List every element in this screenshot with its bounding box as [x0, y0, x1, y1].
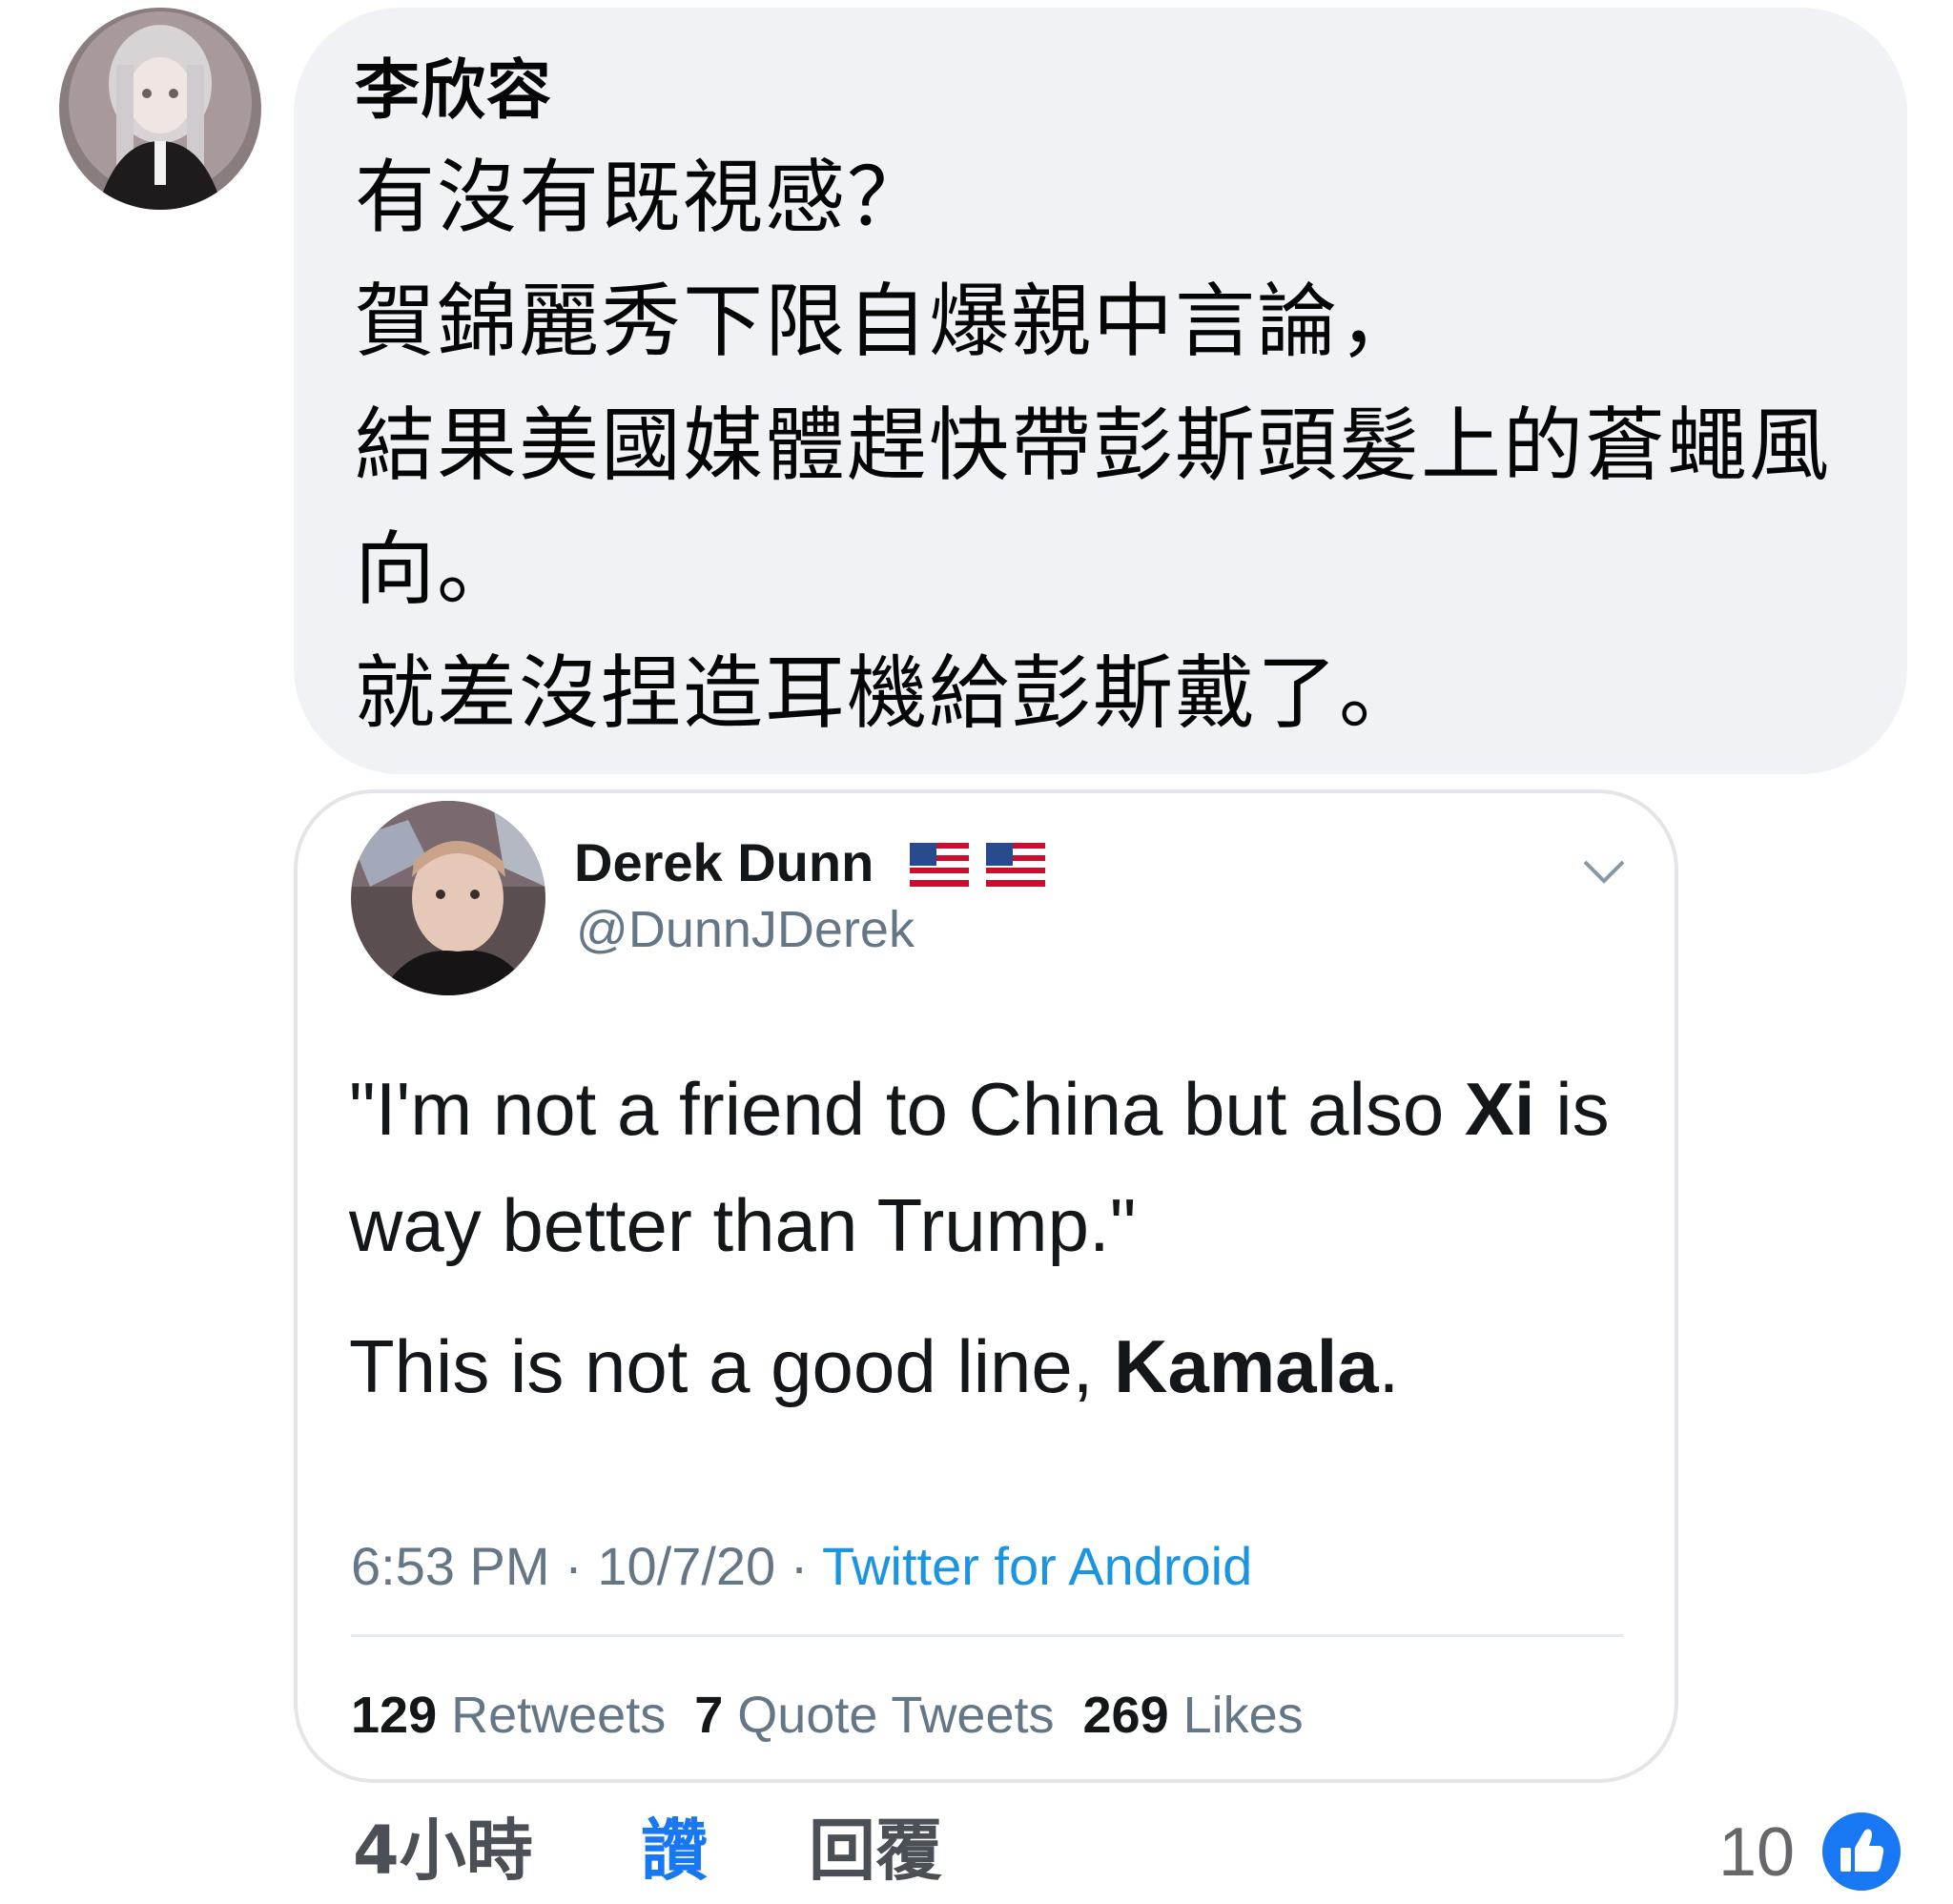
tweet-text-bold: Kamala	[1114, 1324, 1379, 1408]
embedded-tweet-image[interactable]: Derek Dunn @DunnJDerek "I'm not a friend…	[294, 789, 1678, 1783]
comment-text-line: 結果美國媒體趕快帶彭斯頭髮上的蒼蠅風	[355, 399, 1832, 492]
tweet-divider	[351, 1634, 1623, 1637]
comment-text-line: 賀錦麗秀下限自爆親中言論，	[355, 275, 1422, 368]
reaction-count[interactable]: 10	[1718, 1810, 1795, 1895]
tweet-source: Twitter for Android	[821, 1536, 1253, 1596]
tweet-author-avatar	[351, 801, 545, 995]
quotes-count: 7	[694, 1687, 724, 1744]
tweet-text: "I'm not a friend to China but also	[349, 1067, 1465, 1151]
likes-label: Likes	[1182, 1687, 1304, 1744]
tweet-time: 6:53 PM	[351, 1536, 550, 1596]
us-flag-icon	[910, 843, 969, 887]
reply-button[interactable]: 回覆	[809, 1808, 942, 1894]
tweet-author-handle: @DunnJDerek	[576, 901, 915, 958]
tweet-text: .	[1378, 1324, 1400, 1408]
tweet-text: This is not a good line,	[349, 1324, 1115, 1408]
comment-text-line: 就差沒捏造耳機給彭斯戴了。	[355, 646, 1422, 740]
quotes-label: Quote Tweets	[737, 1687, 1055, 1744]
comment-text-line: 有沒有既視感？	[355, 151, 930, 244]
tweet-paragraph: This is not a good line, Kamala.	[349, 1308, 1617, 1424]
us-flag-icon	[986, 843, 1045, 887]
tweet-body: "I'm not a friend to China but also Xi i…	[349, 1051, 1617, 1424]
meta-separator: ·	[565, 1536, 583, 1596]
like-button[interactable]: 讚	[641, 1808, 708, 1894]
commenter-avatar[interactable]	[59, 8, 261, 210]
tweet-author-name: Derek Dunn	[574, 832, 874, 892]
thumbs-up-icon[interactable]	[1819, 1810, 1903, 1894]
tweet-paragraph: "I'm not a friend to China but also Xi i…	[349, 1051, 1617, 1283]
tweet-meta: 6:53 PM · 10/7/20 · Twitter for Android	[351, 1533, 1252, 1600]
tweet-date: 10/7/20	[597, 1536, 776, 1596]
likes-count: 269	[1082, 1687, 1169, 1744]
chevron-down-icon	[1583, 860, 1625, 884]
tweet-text-bold: Xi	[1464, 1067, 1535, 1151]
meta-separator: ·	[790, 1536, 809, 1596]
comment-timestamp[interactable]: 4小時	[353, 1808, 533, 1894]
retweets-count: 129	[351, 1687, 438, 1744]
retweets-label: Retweets	[451, 1687, 667, 1744]
comment-author-name[interactable]: 李欣容	[355, 48, 1839, 135]
tweet-stats: 129 Retweets 7 Quote Tweets 269 Likes	[351, 1682, 1304, 1749]
comment-bubble: 李欣容 有沒有既視感？ 賀錦麗秀下限自爆親中言論， 結果美國媒體趕快帶彭斯頭髮上…	[294, 8, 1907, 774]
comment-text-line: 向。	[355, 522, 520, 616]
